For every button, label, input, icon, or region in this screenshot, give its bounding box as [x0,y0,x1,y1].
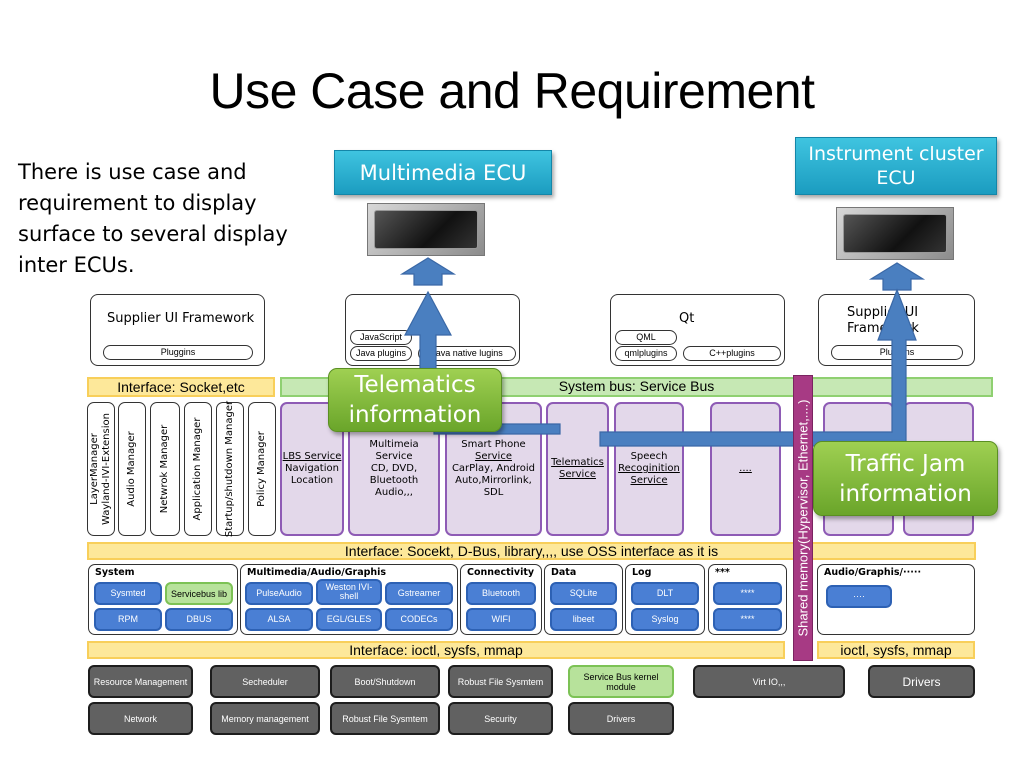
traffic-jam-callout: Traffic Jam information [813,441,998,516]
callout-line1: Traffic Jam [845,450,966,477]
shared-memory-label: Shared memory(Hypervisor, Ethernet,....) [795,399,811,637]
arrows-layer [399,257,926,447]
arrow-up-icon [868,262,926,291]
telematics-callout: Telematics information [328,368,502,432]
shared-memory-bar: Shared memory(Hypervisor, Ethernet,....) [793,375,813,661]
callout-line1: Telematics [354,372,476,398]
callout-line2: information [348,402,482,428]
callout-line2: information [839,480,972,507]
arrow-up-icon [399,257,457,286]
traffic-flow-arrow [599,288,917,447]
